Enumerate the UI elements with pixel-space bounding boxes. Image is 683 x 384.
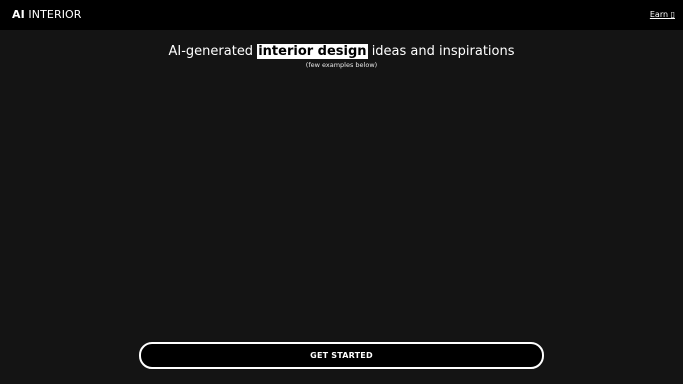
brand-logo[interactable]: AI INTERIOR bbox=[12, 8, 82, 22]
page-headline: AI-generated interior design ideas and i… bbox=[0, 44, 683, 60]
headline-suffix: ideas and inspirations bbox=[367, 44, 515, 59]
examples-gallery bbox=[0, 75, 683, 330]
get-started-button[interactable]: GET STARTED bbox=[139, 342, 544, 369]
brand-ai-label: AI bbox=[12, 8, 25, 21]
examples-note: (few examples below) bbox=[305, 61, 378, 69]
headline-highlight: interior design bbox=[257, 44, 368, 59]
brand-name-label: INTERIOR bbox=[28, 8, 82, 21]
top-navigation-bar: AI INTERIOR Earn ▯ bbox=[0, 0, 683, 30]
earn-link[interactable]: Earn ▯ bbox=[650, 9, 675, 20]
headline-prefix: AI-generated bbox=[168, 44, 258, 59]
